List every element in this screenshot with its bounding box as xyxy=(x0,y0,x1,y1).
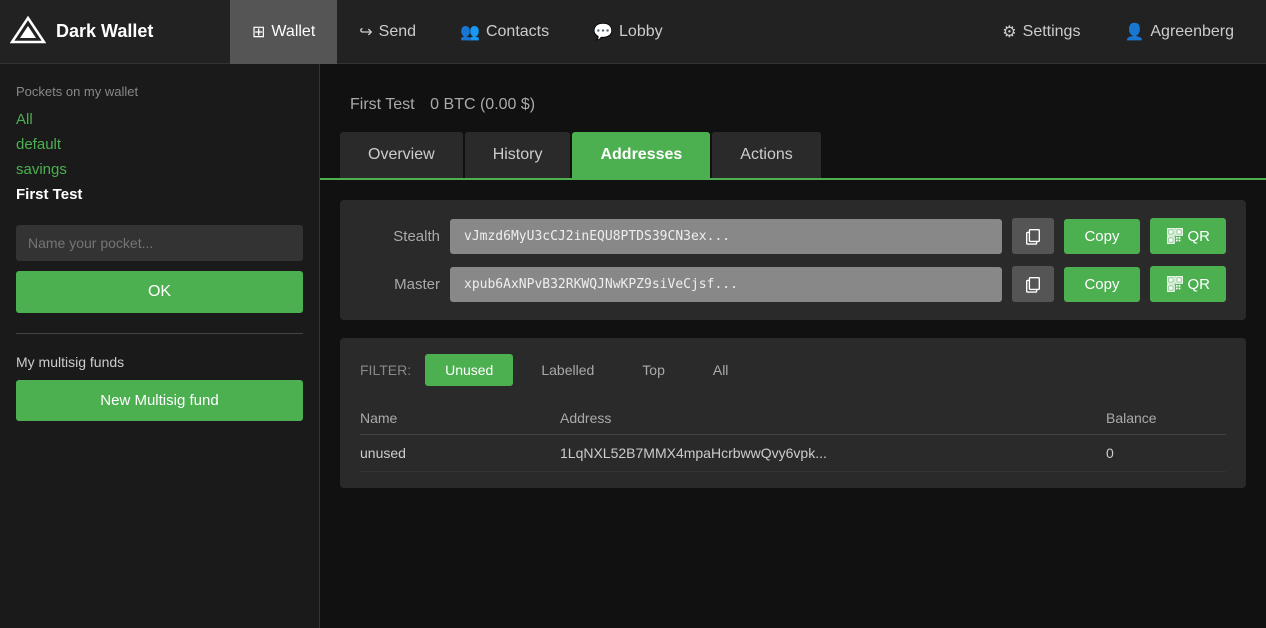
copy-icon xyxy=(1024,227,1042,245)
pocket-all[interactable]: All xyxy=(16,111,303,128)
col-balance: Balance xyxy=(1106,410,1226,426)
tab-addresses[interactable]: Addresses xyxy=(572,132,710,178)
table-row: unused 1LqNXL52B7MMX4mpaHcrbwwQvy6vpk...… xyxy=(360,435,1226,472)
nav-lobby[interactable]: 💬 Lobby xyxy=(571,0,685,64)
address-card: Stealth vJmzd6MyU3cCJ2inEQU8PTDS39CN3ex.… xyxy=(340,200,1246,320)
nav-contacts[interactable]: 👥 Contacts xyxy=(438,0,571,64)
pocket-first-test[interactable]: First Test xyxy=(16,186,303,203)
stealth-qr-label: QR xyxy=(1188,228,1211,245)
filter-label: FILTER: xyxy=(360,362,411,378)
master-qr-label: QR xyxy=(1188,276,1211,293)
nav-settings-label: Settings xyxy=(1023,23,1081,41)
tab-overview[interactable]: Overview xyxy=(340,132,463,178)
master-row: Master xpub6AxNPvB32RKWQJNwKPZ9siVeCjsf.… xyxy=(360,266,1226,302)
logo-area: Dark Wallet xyxy=(10,14,230,50)
master-copy-icon-button[interactable] xyxy=(1012,266,1054,302)
topnav: Dark Wallet ⊞ Wallet ↪ Send 👥 Contacts 💬… xyxy=(0,0,1266,64)
nav-settings[interactable]: ⚙ Settings xyxy=(980,0,1102,64)
row-name: unused xyxy=(360,445,560,461)
master-value: xpub6AxNPvB32RKWQJNwKPZ9siVeCjsf... xyxy=(450,267,1002,302)
nav-send-label: Send xyxy=(379,23,416,41)
stealth-row: Stealth vJmzd6MyU3cCJ2inEQU8PTDS39CN3ex.… xyxy=(360,218,1226,254)
qr-icon-stealth xyxy=(1166,227,1184,245)
tab-history[interactable]: History xyxy=(465,132,571,178)
lobby-icon: 💬 xyxy=(593,22,613,42)
table-header: Name Address Balance xyxy=(360,402,1226,435)
wallet-grid-icon: ⊞ xyxy=(252,22,265,42)
nav-wallet-label: Wallet xyxy=(271,23,315,41)
nav-user[interactable]: 👤 Agreenberg xyxy=(1102,0,1256,64)
row-balance: 0 xyxy=(1106,445,1226,461)
sidebar: Pockets on my wallet All default savings… xyxy=(0,64,320,628)
pocket-savings[interactable]: savings xyxy=(16,161,303,178)
settings-icon: ⚙ xyxy=(1002,22,1016,42)
new-multisig-button[interactable]: New Multisig fund xyxy=(16,380,303,421)
nav-user-label: Agreenberg xyxy=(1150,23,1234,41)
contacts-icon: 👥 xyxy=(460,22,480,42)
stealth-label: Stealth xyxy=(360,228,440,245)
send-icon: ↪ xyxy=(359,22,372,42)
user-icon: 👤 xyxy=(1124,22,1144,42)
logo-icon xyxy=(10,14,46,50)
nav-contacts-label: Contacts xyxy=(486,23,549,41)
stealth-copy-button[interactable]: Copy xyxy=(1064,219,1139,254)
sidebar-divider xyxy=(16,333,303,334)
layout: Pockets on my wallet All default savings… xyxy=(0,64,1266,628)
nav-wallet[interactable]: ⊞ Wallet xyxy=(230,0,337,64)
wallet-name: First Test xyxy=(350,96,415,113)
wallet-balance: 0 BTC (0.00 $) xyxy=(430,96,535,113)
nav-send[interactable]: ↪ Send xyxy=(337,0,438,64)
logo-text: Dark Wallet xyxy=(56,21,153,42)
filter-unused[interactable]: Unused xyxy=(425,354,513,386)
qr-icon-master xyxy=(1166,275,1184,293)
pockets-title: Pockets on my wallet xyxy=(16,84,303,99)
filter-labelled[interactable]: Labelled xyxy=(521,354,614,386)
row-address: 1LqNXL52B7MMX4mpaHcrbwwQvy6vpk... xyxy=(560,445,1106,461)
main-content: First Test 0 BTC (0.00 $) Overview Histo… xyxy=(320,64,1266,628)
ok-button[interactable]: OK xyxy=(16,271,303,313)
copy-icon-master xyxy=(1024,275,1042,293)
col-address: Address xyxy=(560,410,1106,426)
master-label: Master xyxy=(360,276,440,293)
filter-top[interactable]: Top xyxy=(622,354,685,386)
multisig-title: My multisig funds xyxy=(16,354,303,370)
master-qr-button[interactable]: QR xyxy=(1150,266,1227,302)
stealth-value: vJmzd6MyU3cCJ2inEQU8PTDS39CN3ex... xyxy=(450,219,1002,254)
stealth-copy-icon-button[interactable] xyxy=(1012,218,1054,254)
tab-actions[interactable]: Actions xyxy=(712,132,820,178)
nav-right: ⚙ Settings 👤 Agreenberg xyxy=(980,0,1256,64)
filter-all[interactable]: All xyxy=(693,354,749,386)
filter-row: FILTER: Unused Labelled Top All xyxy=(360,354,1226,386)
pocket-name-input[interactable] xyxy=(16,225,303,261)
pocket-default[interactable]: default xyxy=(16,136,303,153)
filter-bar: FILTER: Unused Labelled Top All Name Add… xyxy=(340,338,1246,488)
tabs: Overview History Addresses Actions xyxy=(320,132,1266,180)
master-copy-button[interactable]: Copy xyxy=(1064,267,1139,302)
col-name: Name xyxy=(360,410,560,426)
main-header: First Test 0 BTC (0.00 $) xyxy=(320,64,1266,132)
addresses-content: Stealth vJmzd6MyU3cCJ2inEQU8PTDS39CN3ex.… xyxy=(320,180,1266,508)
nav-lobby-label: Lobby xyxy=(619,23,663,41)
stealth-qr-button[interactable]: QR xyxy=(1150,218,1227,254)
